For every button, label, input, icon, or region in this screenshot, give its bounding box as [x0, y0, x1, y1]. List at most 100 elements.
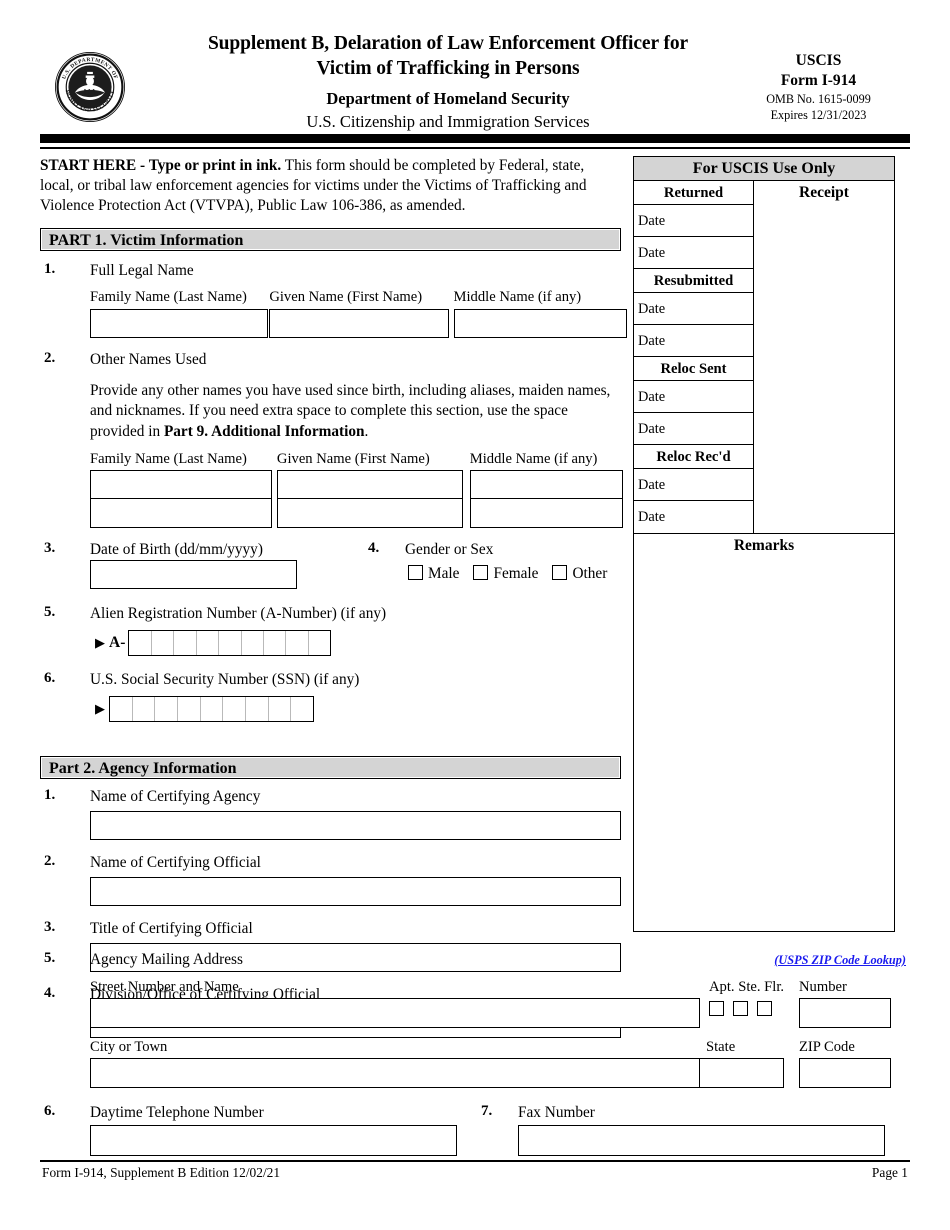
part2-header: Part 2. Agency Information — [40, 756, 621, 780]
certifying-official-name-input[interactable] — [90, 876, 621, 906]
part1-item3-number: 3. — [44, 540, 56, 557]
middle-name-input[interactable] — [453, 308, 627, 338]
footer-form-edition: Form I-914, Supplement B Edition 12/02/2… — [42, 1165, 281, 1180]
part2-item5: 5. Agency Mailing Address (USPS ZIP Code… — [40, 950, 910, 970]
other-given-name-input-1[interactable] — [276, 470, 463, 500]
other-given-name-input-2[interactable] — [276, 499, 463, 529]
daytime-phone-input[interactable] — [90, 1124, 457, 1156]
other-middle-name-input-2[interactable] — [469, 499, 623, 529]
family-name-input[interactable] — [90, 308, 268, 338]
unit-number-input[interactable] — [799, 998, 891, 1029]
omb-block: USCIS Form I-914 OMB No. 1615-0099 Expir… — [731, 52, 906, 124]
city-state-zip-row: City or Town State ZIP Code — [90, 1039, 910, 1091]
city-input[interactable] — [90, 1058, 700, 1089]
street-address-input[interactable] — [90, 998, 700, 1029]
state-input[interactable] — [699, 1058, 784, 1089]
certifying-agency-input[interactable] — [90, 810, 621, 840]
usps-zip-lookup-link[interactable]: (USPS ZIP Code Lookup) — [774, 953, 906, 968]
a-number-row: ▶ A- — [95, 630, 628, 657]
part1-item6-number: 6. — [44, 670, 56, 687]
part1-item6: 6. U.S. Social Security Number (SSN) (if… — [40, 670, 628, 723]
part2-item7-number: 7. — [481, 1102, 493, 1119]
street-address-row: Street Number and Name Apt. Ste. Flr. Nu… — [90, 979, 910, 1031]
gender-other-checkbox[interactable] — [552, 565, 568, 581]
resubmitted-date-2[interactable]: Date — [634, 325, 753, 357]
uscis-receipt-column[interactable]: Receipt — [754, 181, 894, 533]
resubmitted-date-1[interactable]: Date — [634, 293, 753, 325]
reloc-recd-date-2[interactable]: Date — [634, 501, 753, 533]
uscis-box-body: Returned Date Date Resubmitted Date Date… — [634, 181, 894, 533]
unit-type-group: Apt. Ste. Flr. — [709, 979, 784, 1020]
remarks-area[interactable]: Remarks — [634, 533, 894, 931]
part1-item5-number: 5. — [44, 604, 56, 621]
a-number-prefix: A- — [109, 634, 126, 652]
fax-number-input[interactable] — [518, 1124, 885, 1156]
part2-item6-label: Daytime Telephone Number — [90, 1103, 264, 1121]
gender-female-label: Female — [493, 565, 539, 583]
uscis-status-column: Returned Date Date Resubmitted Date Date… — [634, 181, 754, 533]
part2-item5-number: 5. — [44, 950, 56, 966]
reloc-recd-date-1[interactable]: Date — [634, 469, 753, 501]
other-family-name-input-1[interactable] — [90, 470, 272, 500]
form-right-column: For USCIS Use Only Returned Date Date Re… — [633, 156, 899, 932]
gender-male-label: Male — [428, 565, 460, 583]
reloc-sent-date-1[interactable]: Date — [634, 381, 753, 413]
returned-date-1[interactable]: Date — [634, 205, 753, 237]
zip-input[interactable] — [799, 1058, 891, 1089]
flr-checkbox[interactable] — [757, 1001, 772, 1017]
part1-item5: 5. Alien Registration Number (A-Number) … — [40, 604, 628, 657]
agency-subname: U.S. Citizenship and Immigration Service… — [306, 111, 590, 131]
part1-item1-label: Full Legal Name — [90, 261, 194, 279]
part2-item7-label: Fax Number — [518, 1103, 595, 1121]
part2-address-block: 5. Agency Mailing Address (USPS ZIP Code… — [40, 950, 910, 1159]
part2-item6-number: 6. — [44, 1102, 56, 1119]
middle-name-label: Middle Name (if any) — [453, 289, 582, 306]
gender-other-label: Other — [572, 565, 608, 583]
right-arrow-icon-2: ▶ — [95, 701, 105, 717]
returned-header: Returned — [634, 181, 753, 205]
uscis-label: USCIS — [795, 52, 842, 69]
form-number-label: Form I-914 — [780, 71, 857, 89]
uscis-use-only-box: For USCIS Use Only Returned Date Date Re… — [633, 156, 895, 932]
reloc-sent-date-2[interactable]: Date — [634, 413, 753, 445]
city-label: City or Town — [90, 1038, 168, 1055]
gender-female-checkbox[interactable] — [473, 565, 489, 581]
zip-label: ZIP Code — [799, 1038, 855, 1055]
right-arrow-icon: ▶ — [95, 635, 105, 651]
other-names-part9-ref: Part 9. Additional Information — [163, 422, 365, 440]
other-middle-name-input-1[interactable] — [469, 470, 623, 500]
remarks-header: Remarks — [733, 537, 795, 554]
ssn-input[interactable] — [109, 696, 314, 723]
state-label: State — [706, 1038, 736, 1055]
other-family-name-input-2[interactable] — [90, 499, 272, 529]
a-number-input[interactable] — [128, 630, 332, 657]
other-names-instructions-b: . — [364, 422, 369, 440]
receipt-header: Receipt — [799, 184, 849, 201]
part1-item4-number: 4. — [368, 540, 380, 557]
unit-type-labels: Apt. Ste. Flr. — [709, 979, 784, 997]
part1-item2: 2. Other Names Used — [40, 350, 628, 370]
ste-checkbox[interactable] — [733, 1001, 748, 1017]
part1-item4-label: Gender or Sex — [405, 541, 494, 559]
part1-item5-label: Alien Registration Number (A-Number) (if… — [90, 605, 387, 623]
form-header: U.S. DEPARTMENT OF HOMELAND SECURITY Sup… — [38, 18, 912, 131]
date-of-birth-input[interactable] — [90, 560, 297, 590]
start-here-bold: START HERE - Type or print in ink. — [40, 157, 282, 174]
start-here-instructions: START HERE - Type or print in ink. This … — [40, 156, 620, 217]
gender-male-checkbox[interactable] — [408, 565, 423, 581]
dhs-seal-icon: U.S. DEPARTMENT OF HOMELAND SECURITY — [54, 51, 126, 123]
unit-number-label: Number — [799, 978, 847, 995]
given-name-input[interactable] — [269, 308, 450, 338]
omb-number: OMB No. 1615-0099 — [766, 91, 871, 106]
apt-label: Apt. — [709, 978, 735, 995]
agency-name: Department of Homeland Security — [326, 88, 570, 108]
unit-number-group: Number — [799, 979, 891, 1029]
other-middle-name-label: Middle Name (if any) — [469, 450, 598, 467]
reloc-sent-header: Reloc Sent — [634, 357, 753, 381]
apt-checkbox[interactable] — [709, 1001, 724, 1017]
part1-item1: 1. Full Legal Name — [40, 261, 628, 281]
street-label: Street Number and Name — [90, 978, 239, 995]
form-title-block: Supplement B, Delaration of Law Enforcem… — [158, 32, 738, 132]
returned-date-2[interactable]: Date — [634, 237, 753, 269]
header-divider-line — [40, 147, 910, 149]
